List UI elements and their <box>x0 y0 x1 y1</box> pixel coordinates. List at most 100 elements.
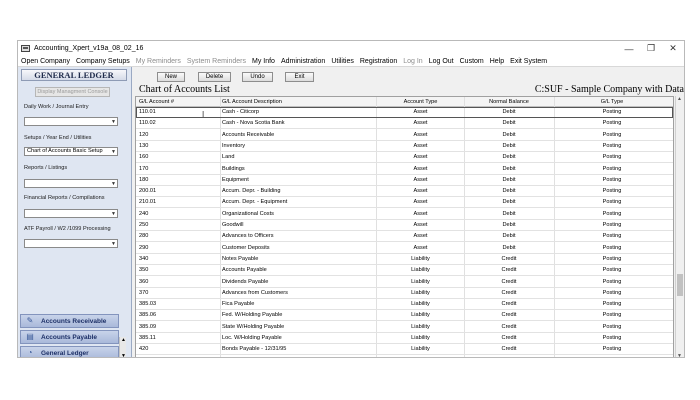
column-header[interactable]: G/L Account # <box>139 99 219 105</box>
delete-button[interactable]: Delete <box>198 72 231 82</box>
column-header[interactable]: G/L Type <box>556 99 668 105</box>
table-row[interactable]: 110.01 Cash - Citicorp Asset Debit Posting <box>136 107 673 118</box>
menu-item-system-reminders[interactable]: System Reminders <box>184 58 249 65</box>
menu-item-administration[interactable]: Administration <box>278 58 328 65</box>
module-accounts-payable[interactable]: ▤ Accounts Payable <box>20 330 119 344</box>
setups-select[interactable]: Chart of Accounts Basic Setup ▼ <box>24 147 118 156</box>
table-row[interactable]: 290 Customer Deposits Asset Debit Posting <box>136 243 673 254</box>
table-cell: Asset <box>413 109 428 115</box>
financial-reports-select[interactable]: ▼ <box>24 209 118 218</box>
table-cell: 385.09 <box>139 323 157 330</box>
menu-item-utilities[interactable]: Utilities <box>328 58 357 65</box>
table-cell: Asset <box>413 233 428 240</box>
table-cell: 170 <box>139 165 149 172</box>
table-row[interactable]: 170 Buildings Asset Debit Posting <box>136 164 673 175</box>
table-cell: Inventory <box>222 142 246 149</box>
table-cell: 240 <box>139 210 149 217</box>
app-icon <box>21 45 30 52</box>
table-row[interactable]: 180 Equipment Asset Debit Posting <box>136 175 673 186</box>
minimize-icon[interactable]: — <box>618 41 640 56</box>
module-accounts-receivable[interactable]: ✎ Accounts Receivable <box>20 314 119 328</box>
table-cell: Posting <box>602 255 622 262</box>
table-cell: Liability <box>411 289 430 296</box>
grid-scrollbar[interactable]: ▲ ▼ <box>675 96 684 357</box>
table-row[interactable]: 130 Inventory Asset Debit Posting <box>136 141 673 152</box>
menu-item-my-reminders[interactable]: My Reminders <box>133 58 184 65</box>
table-cell: Liability <box>411 278 430 285</box>
column-header[interactable]: Account Type <box>378 99 463 105</box>
table-cell: Debit <box>502 210 516 217</box>
maximize-icon[interactable]: ❐ <box>640 41 662 56</box>
financial-reports-label: Financial Reports / Compilations <box>24 195 105 201</box>
display-management-console-button[interactable]: Display Managment Console <box>35 87 110 97</box>
table-row[interactable]: 385.06 Fed. W/Holding Payable Liability Cre… <box>136 310 673 322</box>
menu-item-my-info[interactable]: My Info <box>249 58 278 65</box>
table-cell: Fed. W/Holding Payable <box>222 312 283 319</box>
table-cell: 420 <box>139 346 149 353</box>
menu-item-exit-system[interactable]: Exit System <box>507 58 550 65</box>
table-cell: Asset <box>413 188 428 195</box>
table-row[interactable]: 385.11 Loc. W/Holding Payable Liability Cre… <box>136 333 673 344</box>
table-row[interactable]: 385.03 Fica Payable Liability Credit Posting <box>136 299 673 311</box>
scroll-up-icon[interactable]: ▲ <box>677 96 682 102</box>
table-cell: Equipment <box>222 176 249 183</box>
table-row[interactable]: 120 Accounts Receivable Asset Debit Posting <box>136 130 673 141</box>
reports-select[interactable]: ▼ <box>24 179 118 188</box>
menu-item-open-company[interactable]: Open Company <box>18 58 73 65</box>
module-general-ledger[interactable]: ◔ General Ledger <box>20 346 119 357</box>
menu-item-help[interactable]: Help <box>487 58 507 65</box>
table-row[interactable]: 110.02 Cash - Nova Scotia Bank Asset Debit P… <box>136 118 673 130</box>
table-cell: Debit <box>502 199 516 206</box>
table-cell: Posting <box>602 278 622 285</box>
scroll-down-icon[interactable]: ▼ <box>121 353 126 357</box>
new-button[interactable]: New <box>157 72 185 82</box>
undo-button[interactable]: Undo <box>242 72 273 82</box>
table-row[interactable]: 240 Organizational Costs Asset Debit Posting <box>136 209 673 220</box>
menu-item-registration[interactable]: Registration <box>357 58 400 65</box>
table-cell: 290 <box>139 244 149 251</box>
table-row[interactable]: 160 Land Asset Debit Posting <box>136 152 673 164</box>
table-row[interactable]: 420 Bonds Payable - 12/31/95 Liability Cred… <box>136 344 673 356</box>
table-cell: Customer Deposits <box>222 244 270 251</box>
table-cell: Posting <box>602 142 622 149</box>
payroll-select[interactable]: ▼ <box>24 239 118 248</box>
menu-item-log-in[interactable]: Log In <box>400 58 425 65</box>
column-header[interactable]: G/L Account Description <box>222 99 372 105</box>
table-row[interactable]: 280 Advances to Officers Asset Debit Posting <box>136 231 673 243</box>
module-label: Accounts Payable <box>41 333 97 341</box>
table-row[interactable]: 350 Accounts Payable Liability Credit Postin… <box>136 265 673 277</box>
menu-item-custom[interactable]: Custom <box>457 58 487 65</box>
close-icon[interactable]: ✕ <box>662 41 684 56</box>
accounts-grid: G/L Account # G/L Account Description Acco… <box>135 96 674 357</box>
menu-item-log-out[interactable]: Log Out <box>426 58 457 65</box>
table-cell: 110.02 <box>139 120 156 127</box>
table-row[interactable]: 210.01 Accum. Depr. - Equipment Asset Debit… <box>136 197 673 209</box>
chevron-down-icon: ▼ <box>111 211 116 217</box>
table-row[interactable]: 200.01 Accum. Depr. - Building Asset Debit P… <box>136 186 673 198</box>
title-bar: Accounting_Xpert_v19a_08_02_16 — ❐ ✕ <box>18 41 684 56</box>
daily-work-label: Daily Work / Journal Entry <box>24 104 89 110</box>
table-cell: 280 <box>139 233 149 240</box>
scroll-up-icon[interactable]: ▲ <box>121 337 126 343</box>
table-row[interactable]: 370 Advances from Customers Liability Credi… <box>136 288 673 299</box>
scroll-down-icon[interactable]: ▼ <box>677 353 682 357</box>
table-cell: Credit <box>501 346 517 353</box>
scroll-thumb[interactable] <box>677 274 683 296</box>
table-cell: Credit <box>501 335 517 341</box>
table-cell: Debit <box>502 154 516 161</box>
table-cell: 385.11 <box>139 335 156 341</box>
table-cell: Posting <box>602 323 622 330</box>
exit-button[interactable]: Exit <box>285 72 314 82</box>
daily-work-select[interactable]: ▼ <box>24 117 118 126</box>
sidebar-scrollbar[interactable]: ▲ ▼ <box>119 337 126 357</box>
sidebar-title: GENERAL LEDGER <box>21 69 127 81</box>
table-cell: 120 <box>139 131 149 138</box>
menu-item-company-setups[interactable]: Company Setups <box>73 58 133 65</box>
column-header[interactable]: Normal Balance <box>466 99 552 105</box>
table-row[interactable]: 250 Goodwill Asset Debit Posting <box>136 220 673 231</box>
table-row[interactable]: 360 Dividends Payable Liability Credit Posti… <box>136 277 673 288</box>
table-row[interactable]: 385.09 State W/Holding Payable Liability Cr… <box>136 322 673 333</box>
table-cell: Debit <box>502 188 516 195</box>
table-row[interactable]: 340 Notes Payable Liability Credit Posting <box>136 254 673 265</box>
table-cell: 160 <box>139 154 149 161</box>
